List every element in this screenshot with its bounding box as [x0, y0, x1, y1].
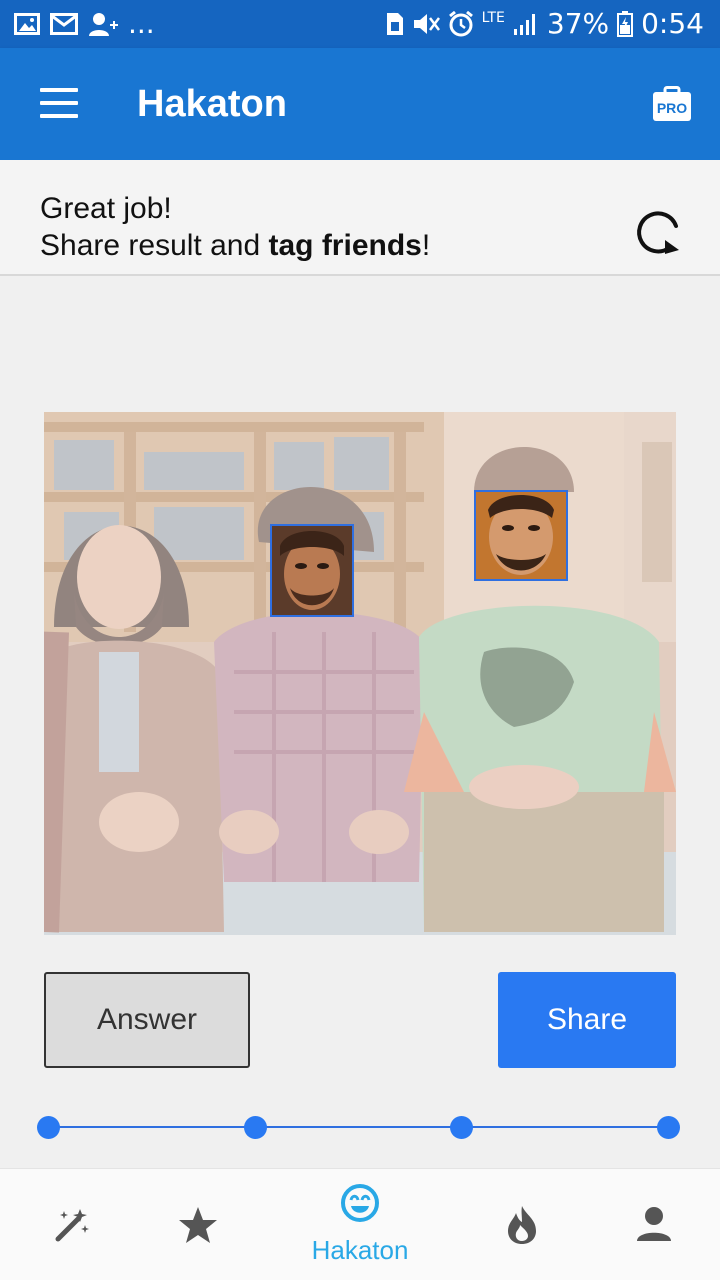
- nav-item-profile[interactable]: [582, 1169, 720, 1280]
- magic-wand-icon: [55, 1209, 89, 1242]
- signal-icon: [513, 14, 535, 35]
- app-title: Hakaton: [137, 83, 287, 125]
- progress-step-1[interactable]: [37, 1116, 60, 1139]
- face-2-illustration: [476, 492, 566, 579]
- progress-step-3[interactable]: [450, 1116, 473, 1139]
- nav-item-trending[interactable]: [450, 1169, 594, 1280]
- network-type: LTE: [481, 10, 505, 26]
- status-bar-left: ...: [14, 8, 155, 40]
- battery-percent: 37%: [546, 7, 610, 40]
- battery-icon: [617, 11, 634, 37]
- app-bar: Hakaton PRO: [0, 48, 720, 160]
- status-bar: ... LTE 37% 0:54: [0, 0, 720, 48]
- image-icon: [14, 13, 40, 35]
- nav-item-hakaton[interactable]: Hakaton: [288, 1169, 432, 1280]
- result-photo: [44, 412, 676, 935]
- share-button[interactable]: Share: [498, 972, 676, 1068]
- bottom-navigation: Hakaton: [0, 1168, 720, 1280]
- message-suffix: !: [421, 229, 431, 262]
- message-title: Great job!: [40, 192, 172, 225]
- hamburger-menu-icon[interactable]: [40, 88, 80, 120]
- flame-icon: [508, 1206, 536, 1244]
- message-subtitle: Share result and tag friends!: [40, 227, 430, 265]
- smiley-icon: [341, 1184, 379, 1222]
- nav-item-magic[interactable]: [0, 1169, 144, 1280]
- tagged-face-2[interactable]: [474, 490, 568, 581]
- person-icon: [637, 1207, 671, 1241]
- nav-item-favorites[interactable]: [126, 1169, 270, 1280]
- photo-illustration: [44, 412, 676, 935]
- pro-badge-icon[interactable]: PRO: [652, 86, 692, 122]
- pro-label: PRO: [657, 100, 687, 116]
- more-notifications: ...: [128, 7, 155, 40]
- progress-step-2[interactable]: [244, 1116, 267, 1139]
- refresh-icon[interactable]: [632, 204, 686, 258]
- sim-icon: [386, 13, 403, 35]
- status-bar-right: LTE 37% 0:54: [386, 8, 704, 40]
- mail-icon: [50, 13, 78, 35]
- answer-button[interactable]: Answer: [44, 972, 250, 1068]
- tagged-face-1[interactable]: [270, 524, 354, 617]
- clock: 0:54: [641, 7, 704, 40]
- star-icon: [179, 1207, 217, 1243]
- result-message: Great job! Share result and tag friends!: [0, 160, 720, 276]
- alarm-icon: [448, 11, 473, 37]
- add-contact-icon: [89, 13, 118, 36]
- face-1-illustration: [272, 526, 352, 615]
- progress-line: [49, 1126, 669, 1128]
- tag-friends-text: tag friends: [268, 229, 422, 262]
- nav-label-hakaton: Hakaton: [311, 1235, 409, 1265]
- message-prefix: Share result and: [40, 229, 269, 262]
- progress-step-4[interactable]: [657, 1116, 680, 1139]
- mute-icon: [413, 14, 440, 34]
